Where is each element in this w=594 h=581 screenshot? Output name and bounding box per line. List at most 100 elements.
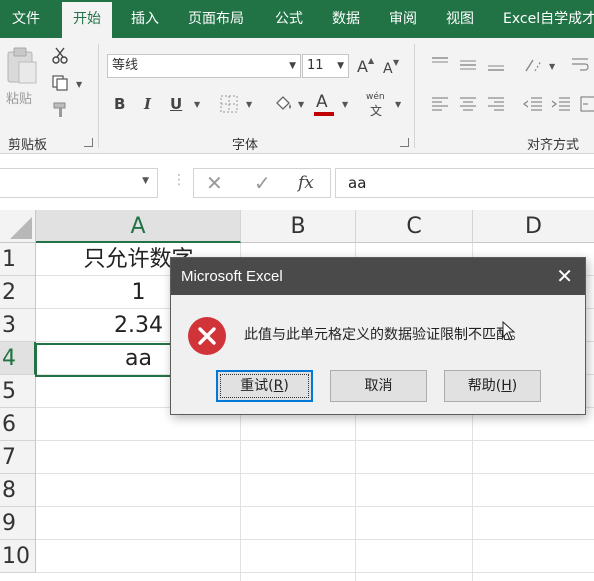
clipboard-group-label: 剪贴板 — [8, 138, 48, 153]
align-right-icon[interactable] — [487, 97, 505, 111]
group-divider — [98, 44, 99, 148]
phonetic-dropdown-icon[interactable]: ▼ — [395, 100, 401, 109]
copy-icon[interactable] — [51, 74, 69, 92]
merge-center-icon[interactable] — [580, 96, 594, 112]
format-painter-icon[interactable] — [51, 101, 69, 119]
formula-buttons: ✕ ✓ fx — [193, 168, 331, 198]
dialog-message: 此值与此单元格定义的数据验证限制不匹配。 — [244, 327, 524, 343]
formula-bar: ▼ ⋮ ✕ ✓ fx aa — [0, 162, 594, 204]
font-size-select[interactable]: 11 ▼ — [302, 54, 349, 78]
tab-excel-custom[interactable]: Excel自学成才 — [503, 0, 594, 38]
select-all-button[interactable] — [0, 210, 36, 243]
help-button[interactable]: 帮助(H) — [444, 370, 541, 402]
align-bottom-icon[interactable] — [487, 60, 505, 74]
cancel-entry-icon[interactable]: ✕ — [206, 169, 223, 197]
cancel-label: 取消 — [364, 378, 393, 394]
cut-icon[interactable] — [51, 47, 69, 65]
select-all-triangle-icon — [10, 217, 32, 239]
tab-file[interactable]: 文件 — [12, 0, 40, 38]
error-icon — [188, 317, 226, 355]
font-color-button[interactable]: A — [316, 93, 328, 111]
wrap-text-icon[interactable] — [571, 56, 589, 74]
increase-font-size-icon[interactable]: A — [357, 58, 368, 76]
font-group-label: 字体 — [232, 138, 259, 153]
row-header-9[interactable]: 9 — [0, 507, 36, 540]
align-middle-icon[interactable] — [459, 58, 477, 72]
close-icon[interactable]: ✕ — [556, 258, 573, 295]
chevron-down-icon: ▼ — [337, 61, 344, 71]
dialog-title: Microsoft Excel — [181, 268, 283, 285]
align-center-icon[interactable] — [459, 97, 477, 111]
drag-handle-icon[interactable]: ⋮ — [172, 172, 186, 188]
row-header-2[interactable]: 2 — [0, 276, 36, 309]
increase-arrow-icon: ▲ — [368, 56, 375, 65]
font-color-dropdown-icon[interactable]: ▼ — [342, 100, 348, 109]
phonetic-guide-icon[interactable]: wén — [366, 92, 385, 102]
paste-button[interactable]: 粘贴 — [4, 46, 40, 110]
row-header-4[interactable]: 4 — [0, 342, 36, 375]
fill-color-icon[interactable] — [274, 94, 294, 112]
row-header-3[interactable]: 3 — [0, 309, 36, 342]
column-header-d[interactable]: D — [473, 210, 594, 243]
dialog-title-bar[interactable]: Microsoft Excel ✕ — [171, 258, 585, 295]
gridline — [36, 506, 594, 507]
orientation-dropdown-icon[interactable]: ▼ — [549, 62, 555, 71]
tab-data[interactable]: 数据 — [332, 0, 360, 38]
tab-view[interactable]: 视图 — [446, 0, 474, 38]
row-header-10[interactable]: 10 — [0, 540, 36, 573]
chevron-down-icon: ▼ — [142, 176, 149, 186]
row-header-5[interactable]: 5 — [0, 375, 36, 408]
help-label: 帮助( — [467, 378, 502, 394]
underline-button[interactable]: U — [170, 95, 182, 113]
cancel-button[interactable]: 取消 — [330, 370, 427, 402]
tab-review[interactable]: 审阅 — [389, 0, 417, 38]
gridline — [36, 473, 594, 474]
insert-function-icon[interactable]: fx — [298, 169, 314, 197]
align-top-icon[interactable] — [431, 56, 449, 70]
retry-button[interactable]: 重试(R) — [216, 370, 313, 402]
decrease-indent-icon[interactable] — [523, 97, 543, 111]
tab-page-layout[interactable]: 页面布局 — [188, 0, 244, 38]
clipboard-launcher-icon[interactable] — [84, 138, 93, 147]
fill-color-dropdown-icon[interactable]: ▼ — [298, 100, 304, 109]
tab-insert[interactable]: 插入 — [131, 0, 159, 38]
font-name-select[interactable]: 等线 ▼ — [107, 54, 301, 78]
ribbon-home: 粘贴 ▼ 剪贴板 等线 ▼ 11 ▼ A ▲ A ▼ B I U ▼ ▼ ▼ A… — [0, 38, 594, 154]
row-header-8[interactable]: 8 — [0, 474, 36, 507]
font-size-value: 11 — [307, 58, 324, 73]
decrease-font-size-icon[interactable]: A — [383, 60, 393, 78]
borders-icon[interactable] — [220, 95, 238, 113]
align-left-icon[interactable] — [431, 97, 449, 111]
row-header-1[interactable]: 1 — [0, 243, 36, 276]
chevron-down-icon: ▼ — [289, 61, 296, 71]
column-header-b[interactable]: B — [241, 210, 356, 243]
error-dialog: Microsoft Excel ✕ 此值与此单元格定义的数据验证限制不匹配。 重… — [170, 257, 586, 415]
font-launcher-icon[interactable] — [400, 138, 409, 147]
borders-dropdown-icon[interactable]: ▼ — [246, 100, 252, 109]
orientation-icon[interactable] — [523, 56, 545, 74]
copy-dropdown-icon[interactable]: ▼ — [76, 80, 82, 89]
mouse-pointer-icon — [502, 321, 516, 341]
gridline — [36, 572, 594, 573]
gridline — [36, 440, 594, 441]
group-divider — [414, 44, 415, 148]
column-header-a[interactable]: A — [36, 210, 241, 243]
phonetic-char-icon: 文 — [370, 104, 383, 118]
font-color-swatch — [314, 112, 334, 116]
tab-home[interactable]: 开始 — [62, 2, 112, 38]
column-header-c[interactable]: C — [356, 210, 473, 243]
bold-button[interactable]: B — [114, 95, 125, 113]
alignment-group-label: 对齐方式 — [527, 138, 580, 153]
underline-dropdown-icon[interactable]: ▼ — [194, 100, 200, 109]
name-box[interactable]: ▼ — [0, 168, 158, 198]
paste-label: 粘贴 — [6, 92, 33, 107]
help-access-key: H — [501, 378, 512, 394]
confirm-entry-icon[interactable]: ✓ — [254, 169, 271, 197]
row-header-6[interactable]: 6 — [0, 408, 36, 441]
formula-input[interactable]: aa — [335, 168, 594, 198]
italic-button[interactable]: I — [144, 95, 151, 113]
increase-indent-icon[interactable] — [551, 97, 571, 111]
row-header-7[interactable]: 7 — [0, 441, 36, 474]
paste-icon — [7, 47, 37, 84]
tab-formulas[interactable]: 公式 — [275, 0, 303, 38]
